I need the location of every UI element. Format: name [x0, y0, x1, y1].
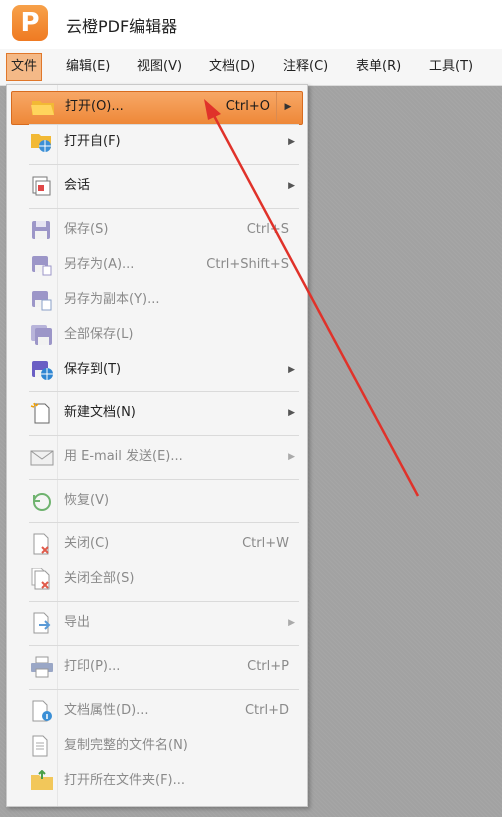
- annotation-arrow-icon: [204, 99, 420, 497]
